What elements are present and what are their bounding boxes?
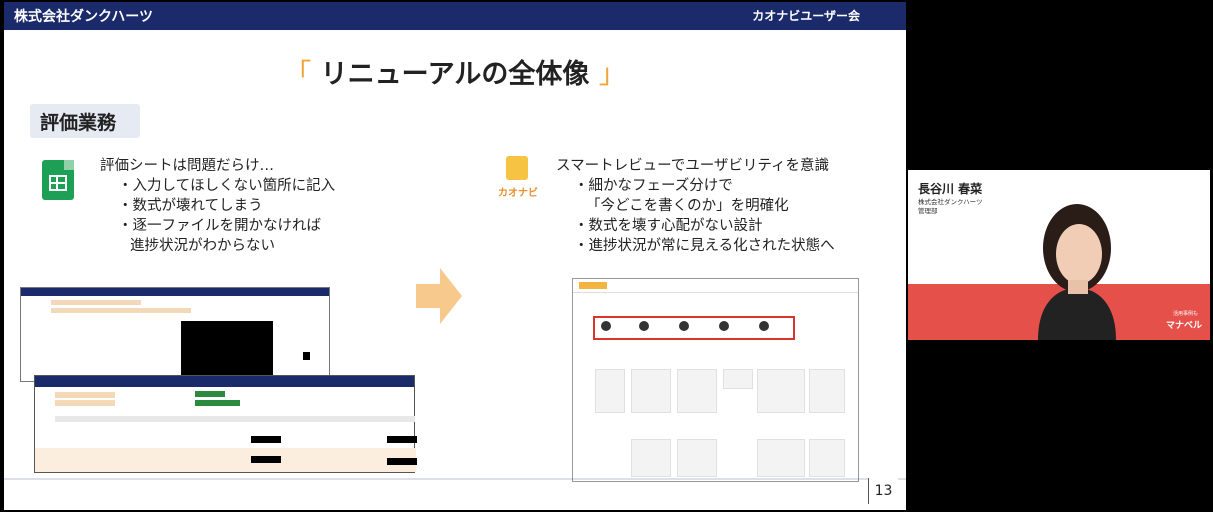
company-name: 株式会社ダンクハーツ [14,9,154,25]
speaker-name: 長谷川 春菜 [918,182,983,196]
left-column-text: 評価シートは問題だらけ… ・入力してほしくない箇所に記入 ・数式が壊れてしまう … [100,156,335,256]
slide-title-text: リニューアルの全体像 [320,59,590,90]
kaonavi-logo-icon: カオナビ [496,156,540,202]
smart-review-screenshot [572,278,859,482]
left-bullet: ・入力してほしくない箇所に記入 [118,178,336,194]
spreadsheet-screenshot [20,287,417,477]
manabell-subtitle: 活用事例も [1172,311,1198,317]
title-bracket-open: 「 [284,59,312,90]
speaker-avatar [1038,204,1116,340]
left-heading: 評価シートは問題だらけ… [100,158,274,174]
right-bullet: ・数式を壊す心配がない設計 [574,218,763,234]
right-column-text: スマートレビューでユーザビリティを意識 ・細かなフェーズ分けで 「今どこを書くの… [556,156,835,256]
speaker-company: 株式会社ダンクハーツ [918,198,983,206]
right-bullet: ・細かなフェーズ分けで [574,178,733,194]
page-number: 13 [868,478,898,504]
manabell-logo: マナベル [1165,321,1202,331]
slide-title: 「 リニューアルの全体像 」 [4,52,906,91]
footer-divider [4,478,906,480]
left-bullet: 進捗状況がわからない [130,238,275,254]
right-heading: スマートレビューでユーザビリティを意識 [556,158,830,174]
slide: 株式会社ダンクハーツ カオナビユーザー会 「 リニューアルの全体像 」 評価業務… [4,2,906,510]
google-sheets-icon [42,160,74,200]
section-badge: 評価業務 [30,104,140,138]
event-name: カオナビユーザー会 [752,9,860,23]
right-bullet: ・進捗状況が常に見える化された状態へ [574,238,835,254]
right-bullet: 「今どこを書くのか」を明確化 [586,198,789,214]
slide-header-bar: 株式会社ダンクハーツ カオナビユーザー会 [4,2,906,30]
left-bullet: ・数式が壊れてしまう [118,198,263,214]
sheet-front-image [34,375,417,473]
kaonavi-logo-label: カオナビ [498,188,538,199]
right-arrow-icon [416,268,462,324]
speaker-org: 株式会社ダンクハーツ 管理部 [918,198,983,216]
left-bullet: ・逐一ファイルを開かなければ [118,218,321,234]
title-bracket-close: 」 [598,59,626,90]
speaker-department: 管理部 [918,207,938,215]
speaker-video-tile: 長谷川 春菜 株式会社ダンクハーツ 管理部 活用事例も マナベル [908,170,1210,340]
sheet-back-image [20,287,330,382]
